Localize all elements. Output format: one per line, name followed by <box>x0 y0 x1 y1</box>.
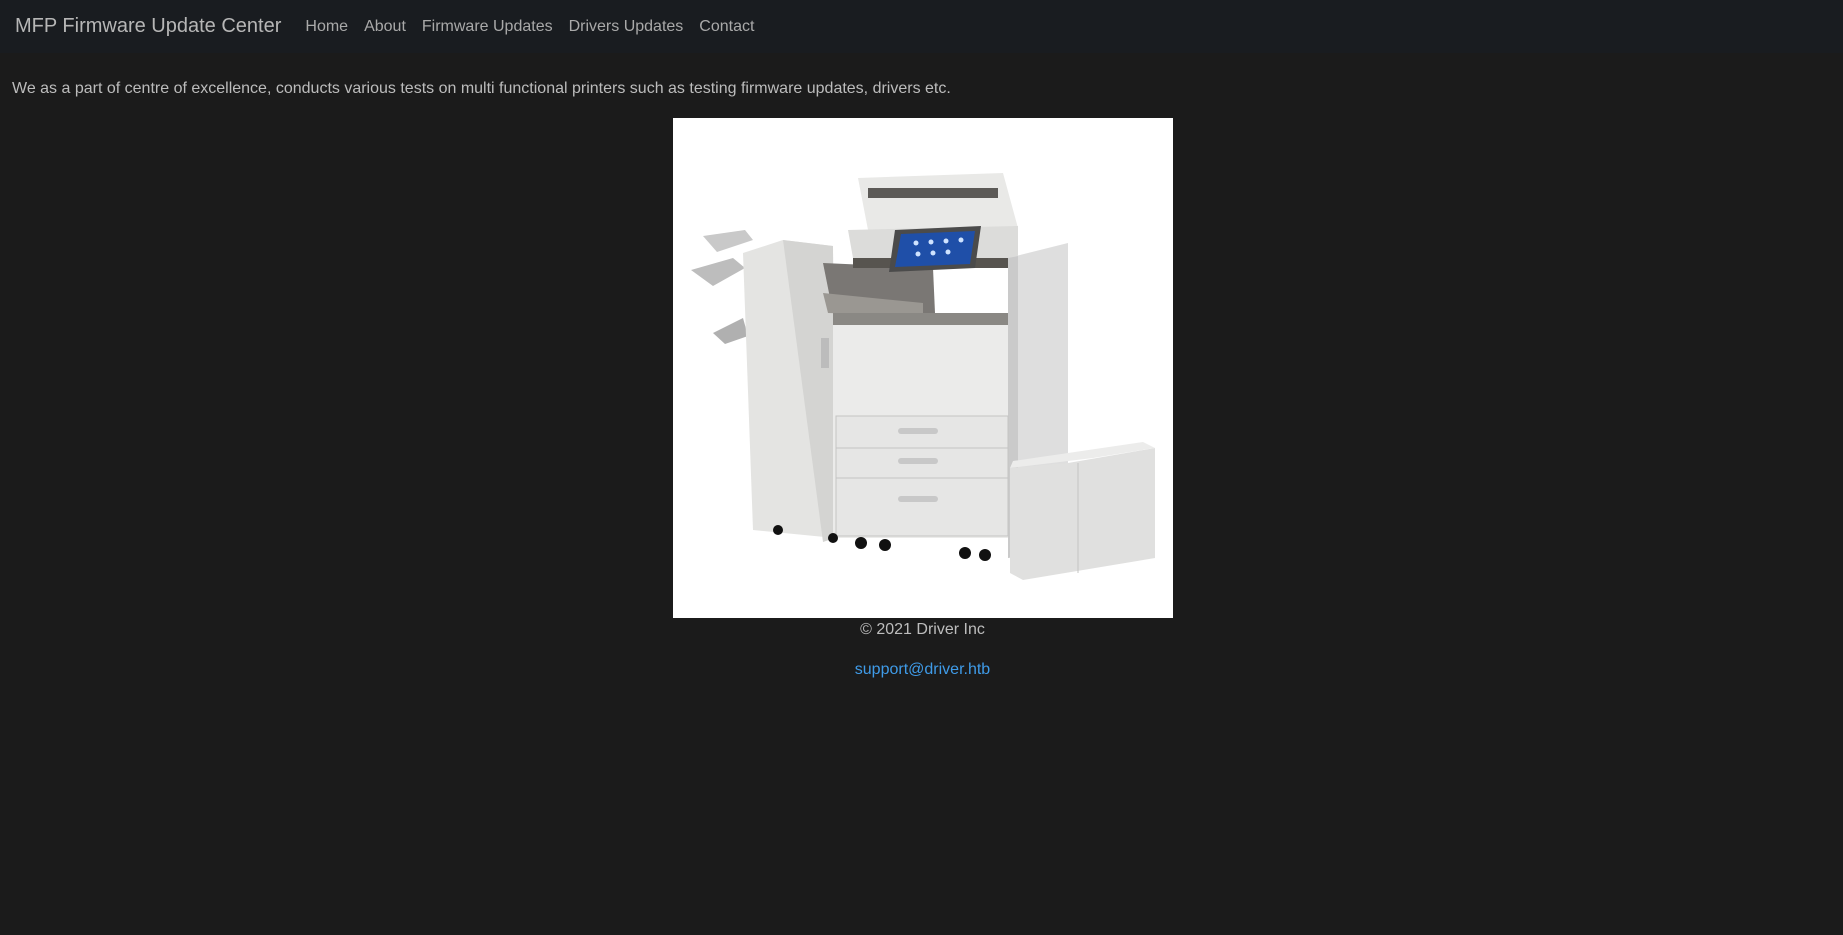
nav-link-about[interactable]: About <box>364 18 406 36</box>
support-email-paragraph: support@driver.htb <box>0 661 1843 679</box>
nav-link-drivers-updates[interactable]: Drivers Updates <box>569 18 684 36</box>
intro-text: We as a part of centre of excellence, co… <box>12 80 951 97</box>
navbar-brand[interactable]: MFP Firmware Update Center <box>15 15 281 38</box>
printer-image <box>673 118 1173 618</box>
top-navbar: MFP Firmware Update Center Home About Fi… <box>0 0 1843 53</box>
nav-link-firmware-updates[interactable]: Firmware Updates <box>422 18 553 36</box>
printer-illustration <box>691 173 1155 580</box>
nav-link-home[interactable]: Home <box>305 18 348 36</box>
nav-link-contact[interactable]: Contact <box>699 18 754 36</box>
copyright-text: © 2021 Driver Inc <box>860 621 985 638</box>
support-email-link[interactable]: support@driver.htb <box>855 661 990 678</box>
